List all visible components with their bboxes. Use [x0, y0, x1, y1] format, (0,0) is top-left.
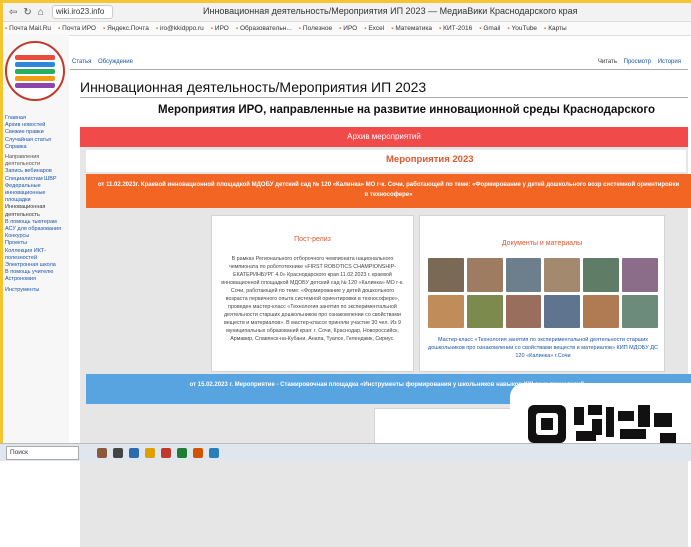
bookmark[interactable]: Почта Mail.Ru — [5, 25, 51, 32]
taskbar-app-icon[interactable] — [209, 447, 219, 458]
sidebar: Главная Архив новостей Свежие правки Слу… — [3, 35, 69, 443]
sidebar-link[interactable]: В помощь тьютерам — [5, 219, 67, 226]
taskbar-app-icon[interactable] — [145, 447, 155, 458]
press-release-card: Пост-релиз В рамках Регионального отборо… — [211, 215, 414, 372]
lock-icon: ⌂ — [37, 6, 44, 18]
sidebar-link[interactable]: Специалистам ШВР — [5, 176, 67, 183]
bookmark[interactable]: КИТ-2016 — [439, 25, 472, 32]
page-title: Инновационная деятельность/Мероприятия И… — [80, 79, 427, 95]
sidebar-link[interactable]: Инновационная деятельность — [5, 204, 67, 218]
photo-gallery — [428, 258, 658, 328]
taskbar-search[interactable]: Поиск — [6, 445, 79, 460]
tab-read[interactable]: Читать — [598, 59, 617, 65]
taskbar-app-icon[interactable] — [177, 447, 187, 458]
bookmark[interactable]: Excel — [364, 25, 384, 32]
documents-card: Документы и материалы Мастер-класс «Техн… — [419, 215, 665, 372]
main-heading: Мероприятия ИРО, направленные на развити… — [158, 104, 656, 116]
tab-discussion[interactable]: Обсуждение — [98, 59, 133, 65]
bookmarks-bar: Почта Mail.Ru Почта ИРО Яндекс.Почта iro… — [3, 22, 691, 36]
bookmark[interactable]: YouTube — [507, 25, 538, 32]
tab-article[interactable]: Статья — [72, 59, 91, 65]
photo-thumbnail[interactable] — [622, 258, 658, 292]
title-bar: ⇦ ↻ ⌂ wiki.iro23.info Инновационная деят… — [3, 3, 691, 22]
taskbar: Поиск — [0, 443, 691, 461]
taskbar-app-icon[interactable] — [113, 447, 123, 458]
sidebar-link[interactable]: Коллекция ИКТ-полезностей — [5, 248, 67, 262]
nav-controls: ⇦ ↻ ⌂ — [3, 7, 44, 18]
photo-thumbnail[interactable] — [466, 258, 503, 292]
title-divider — [80, 97, 688, 98]
sidebar-link[interactable]: Проекты — [5, 240, 67, 247]
photo-thumbnail[interactable] — [505, 294, 542, 328]
photo-thumbnail[interactable] — [428, 258, 464, 292]
bookmark[interactable]: Образовательн... — [236, 25, 292, 32]
window-title: Инновационная деятельность/Мероприятия И… — [203, 6, 578, 16]
bookmark[interactable]: Яндекс.Почта — [103, 25, 149, 32]
sidebar-link[interactable]: Запись вебинаров — [5, 168, 67, 175]
address-bar[interactable]: wiki.iro23.info — [51, 5, 113, 19]
events-title: Мероприятия 2023 — [386, 154, 474, 165]
sidebar-link[interactable]: В помощь учителю Астрономия — [5, 269, 67, 283]
press-release-text: В рамках Регионального отборочного чемпи… — [221, 256, 404, 342]
bookmark[interactable]: Полезное — [299, 25, 332, 32]
documents-title: Документы и материалы — [501, 240, 583, 247]
sidebar-link[interactable]: Свежие правки — [5, 129, 67, 136]
taskbar-app-icon[interactable] — [193, 447, 203, 458]
photo-thumbnail[interactable] — [583, 258, 620, 292]
sidebar-link[interactable]: Случайная статья — [5, 137, 67, 144]
sidebar-section: Направления деятельности Запись вебинаро… — [5, 154, 67, 284]
horse-icon[interactable] — [97, 447, 107, 458]
sidebar-link[interactable]: Архив новостей — [5, 122, 67, 129]
site-logo[interactable] — [5, 41, 65, 101]
bookmark[interactable]: Математика — [391, 25, 432, 32]
press-release-title: Пост-релиз — [294, 236, 331, 243]
sidebar-link[interactable]: Направления деятельности — [5, 154, 67, 168]
reload-icon[interactable]: ↻ — [23, 7, 31, 18]
sidebar-link[interactable]: Федеральные инновационные площадки — [5, 183, 67, 205]
photo-thumbnail[interactable] — [544, 294, 581, 328]
taskbar-app-icon[interactable] — [161, 447, 171, 458]
bookmark[interactable]: Почта ИРО — [58, 25, 96, 32]
photo-thumbnail[interactable] — [505, 258, 542, 292]
archive-button[interactable]: Архив мероприятий — [80, 127, 688, 147]
bookmark[interactable]: ИРО — [211, 25, 229, 32]
photo-thumbnail[interactable] — [544, 258, 581, 292]
sidebar-link[interactable]: АСУ для образования — [5, 226, 67, 233]
taskbar-app-icon[interactable] — [129, 447, 139, 458]
event-banner: от 11.02.2023г. Краевой инновационной пл… — [86, 174, 691, 208]
tab-history[interactable]: История — [658, 59, 681, 65]
bookmark[interactable]: iro@kkidppo.ru — [156, 25, 204, 32]
sidebar-link[interactable]: Справка — [5, 144, 67, 151]
bookmark[interactable]: Gmail — [479, 25, 500, 32]
photo-thumbnail[interactable] — [466, 294, 503, 328]
sidebar-tools-link[interactable]: Инструменты — [5, 287, 67, 294]
sidebar-link[interactable]: Конкурсы — [5, 233, 67, 240]
photo-thumbnail[interactable] — [428, 294, 464, 328]
bookmark[interactable]: Карты — [544, 25, 567, 32]
documents-caption[interactable]: Мастер-класс «Технология занятия по эксп… — [428, 336, 658, 360]
photo-thumbnail[interactable] — [583, 294, 620, 328]
tab-view-source[interactable]: Просмотр — [624, 59, 651, 65]
sidebar-link[interactable]: Электронная школа — [5, 262, 67, 269]
back-icon[interactable]: ⇦ — [9, 7, 17, 18]
page-tabs: Статья Обсуждение Читать Просмотр Истори… — [70, 57, 688, 70]
photo-thumbnail[interactable] — [622, 294, 658, 328]
sidebar-nav: Главная Архив новостей Свежие правки Слу… — [5, 115, 67, 294]
bookmark[interactable]: ИРО — [339, 25, 357, 32]
